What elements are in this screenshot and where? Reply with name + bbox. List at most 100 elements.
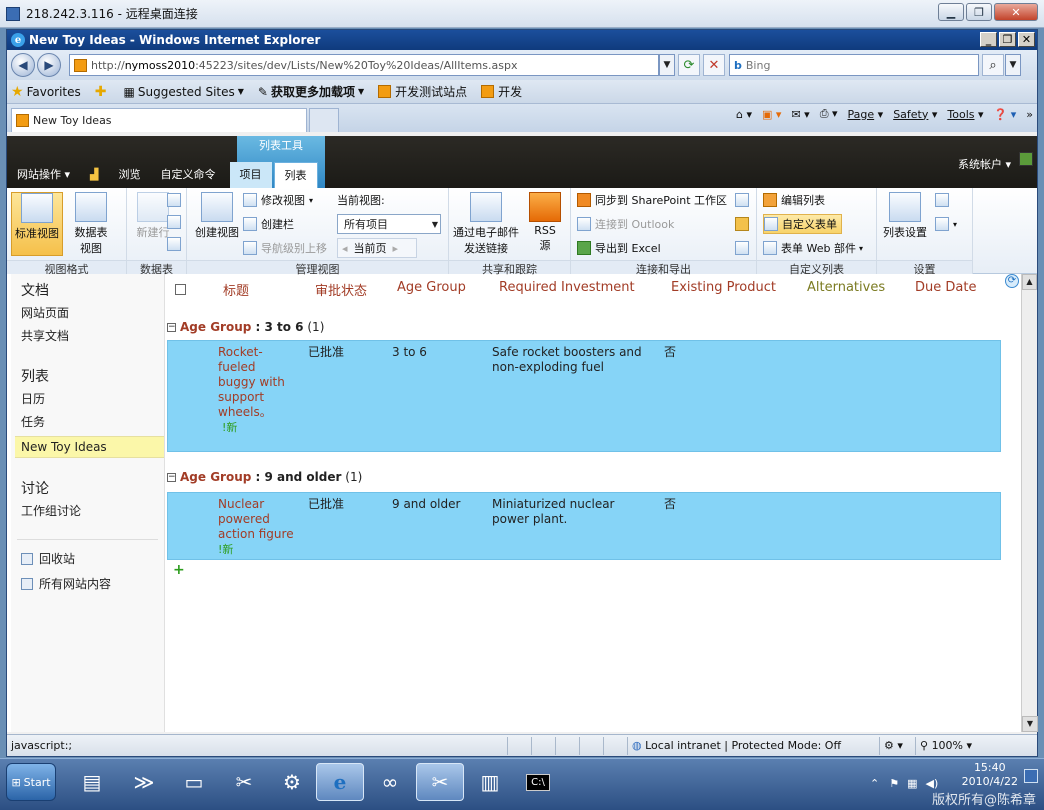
col-header-existing-product[interactable]: Existing Product [671, 280, 776, 295]
search-icon[interactable]: ⌕ [982, 54, 1004, 76]
custom-form-button[interactable]: 自定义表单 [763, 214, 842, 234]
rss-feed-button[interactable]: RSS 源 [523, 192, 567, 256]
scroll-up-arrow[interactable]: ▲ [1022, 274, 1037, 290]
item-title-link[interactable]: Nuclear powered action figure !新 [218, 497, 294, 557]
ie-restore-button[interactable]: ❐ [999, 32, 1016, 47]
list-permissions-icon[interactable] [935, 190, 953, 210]
dev-link[interactable]: 开发 [481, 83, 522, 100]
search-dropdown-button[interactable]: ▼ [1005, 54, 1021, 76]
cmd-prompt-icon[interactable]: C:\ [514, 763, 562, 801]
safety-menu[interactable]: Safety ▾ [893, 108, 937, 121]
explorer-icon[interactable]: ▭ [170, 763, 218, 801]
group-header[interactable]: − Age Group : 3 to 6 (1) [167, 320, 324, 334]
ql-recycle-bin[interactable]: 回收站 [11, 550, 164, 567]
rdp-minimize-button[interactable]: ▁ [938, 3, 964, 21]
dev-test-site-link[interactable]: 开发测试站点 [378, 83, 467, 100]
scroll-down-arrow[interactable]: ▼ [1022, 716, 1038, 732]
refresh-data-icon[interactable] [167, 234, 185, 254]
volume-icon[interactable]: ◀) [926, 777, 939, 790]
flag-icon[interactable]: ⚑ [889, 777, 899, 790]
ql-heading-discussions[interactable]: 讨论 [11, 478, 164, 498]
col-header-required-investment[interactable]: Required Investment [499, 280, 635, 295]
ql-heading-documents[interactable]: 文档 [11, 280, 164, 300]
stop-icon[interactable]: ✕ [703, 54, 725, 76]
feeds-icon[interactable]: ▣ ▾ [762, 108, 781, 121]
server-manager-icon[interactable]: ▤ [68, 763, 116, 801]
ql-item-tasks[interactable]: 任务 [11, 413, 164, 430]
totals-icon[interactable] [167, 212, 185, 232]
refresh-icon[interactable]: ⟳ [678, 54, 700, 76]
col-header-due-date[interactable]: Due Date [915, 280, 976, 295]
table-row[interactable]: Rocket-fueled buggy with support wheels。… [167, 340, 1001, 452]
mail-icon[interactable]: ✉ ▾ [791, 108, 809, 121]
protected-mode-icon[interactable]: ⚙ ▾ [879, 736, 913, 755]
datasheet-view-button[interactable]: 数据表 视图 [65, 192, 117, 256]
ie-close-button[interactable]: ✕ [1018, 32, 1035, 47]
ql-item-shared-documents[interactable]: 共享文档 [11, 327, 164, 344]
ql-item-team-discussion[interactable]: 工作组讨论 [11, 502, 164, 519]
help-icon[interactable]: ❓ ▾ [994, 108, 1017, 121]
back-button[interactable]: ◀ [11, 53, 35, 77]
create-view-button[interactable]: 创建视图 [193, 192, 241, 256]
navigate-up-icon[interactable]: ▟ [80, 162, 108, 188]
list-settings-button[interactable]: 列表设置 [879, 192, 931, 256]
form-web-parts-button[interactable]: 表单 Web 部件 ▾ [763, 238, 863, 258]
get-addons-link[interactable]: ✎ 获取更多加载项 ▼ [258, 83, 364, 100]
address-dropdown-button[interactable]: ▼ [659, 54, 675, 76]
tools-icon[interactable]: ✂ [220, 763, 268, 801]
forward-button[interactable]: ▶ [37, 53, 61, 77]
navigate-up-button[interactable]: 导航级别上移 [243, 238, 327, 258]
email-link-button[interactable]: 通过电子邮件 发送链接 [451, 192, 521, 256]
group-header[interactable]: − Age Group : 9 and older (1) [167, 470, 362, 484]
page-menu[interactable]: Page ▾ [848, 108, 884, 121]
col-header-alternatives[interactable]: Alternatives [807, 280, 885, 295]
collapse-icon[interactable]: − [167, 322, 176, 332]
col-header-title[interactable]: 标题 [223, 280, 249, 299]
ie-minimize-button[interactable]: _ [980, 32, 997, 47]
col-header-age-group[interactable]: Age Group [397, 280, 466, 295]
vertical-scrollbar[interactable]: ▲ ▼ [1021, 274, 1038, 732]
settings-gear-icon[interactable]: ⚙ [268, 763, 316, 801]
ql-item-site-pages[interactable]: 网站页面 [11, 304, 164, 321]
show-taskpane-icon[interactable] [167, 190, 185, 210]
create-column-button[interactable]: 创建栏 [243, 214, 294, 234]
connect-outlook-button[interactable]: 连接到 Outlook [577, 214, 674, 234]
workflow-settings-icon[interactable]: ▾ [935, 214, 957, 234]
edit-list-button[interactable]: 编辑列表 [763, 190, 825, 210]
start-button[interactable]: ⊞ Start [6, 763, 56, 801]
browse-tab[interactable]: 浏览 [109, 162, 151, 188]
current-page-pager[interactable]: ◂ 当前页 ▸ [337, 238, 417, 258]
zoom-control[interactable]: ⚲ 100% ▾ [915, 736, 985, 755]
user-menu[interactable]: 系统帐户 ▾ [958, 156, 1011, 172]
list-refresh-icon[interactable]: ⟳ [1005, 274, 1019, 288]
suggested-sites-link[interactable]: ▦ Suggested Sites ▼ [124, 85, 244, 99]
ql-heading-lists[interactable]: 列表 [11, 366, 164, 386]
rdp-close-button[interactable]: ✕ [994, 3, 1038, 21]
search-input[interactable]: b Bing [729, 54, 979, 76]
add-new-item-icon[interactable]: + [173, 562, 185, 578]
powershell-icon[interactable]: ≫ [120, 763, 168, 801]
item-title-link[interactable]: Rocket-fueled buggy with support wheels。… [218, 345, 288, 435]
tray-expand-icon[interactable]: ⌃ [870, 777, 879, 790]
chevron-more-icon[interactable]: » [1026, 108, 1033, 121]
home-icon[interactable]: ⌂ ▾ [736, 108, 752, 121]
rdp-restore-button[interactable]: ❐ [966, 3, 992, 21]
items-tab[interactable]: 项目 [229, 162, 272, 188]
ql-item-new-toy-ideas[interactable]: New Toy Ideas [15, 436, 164, 458]
ql-item-calendar[interactable]: 日历 [11, 390, 164, 407]
project-icon[interactable] [735, 238, 753, 258]
table-row[interactable]: Nuclear powered action figure !新 已批准 9 a… [167, 492, 1001, 560]
network-icon[interactable]: ▥ [466, 763, 514, 801]
new-tab-button[interactable] [309, 108, 339, 132]
collapse-icon[interactable]: − [167, 472, 176, 482]
select-all-checkbox[interactable] [175, 284, 186, 295]
tools-menu[interactable]: Tools ▾ [947, 108, 983, 121]
tab-new-toy-ideas[interactable]: New Toy Ideas [11, 108, 307, 132]
favorites-button[interactable]: ★ Favorites [11, 84, 81, 100]
workflow-icon[interactable] [735, 190, 753, 210]
current-view-select[interactable]: 所有项目 ▼ [337, 214, 441, 234]
list-tab[interactable]: 列表 [273, 162, 318, 188]
ql-all-site-content[interactable]: 所有网站内容 [11, 575, 164, 592]
internet-explorer-icon[interactable]: e [316, 763, 364, 801]
access-icon[interactable] [735, 214, 753, 234]
